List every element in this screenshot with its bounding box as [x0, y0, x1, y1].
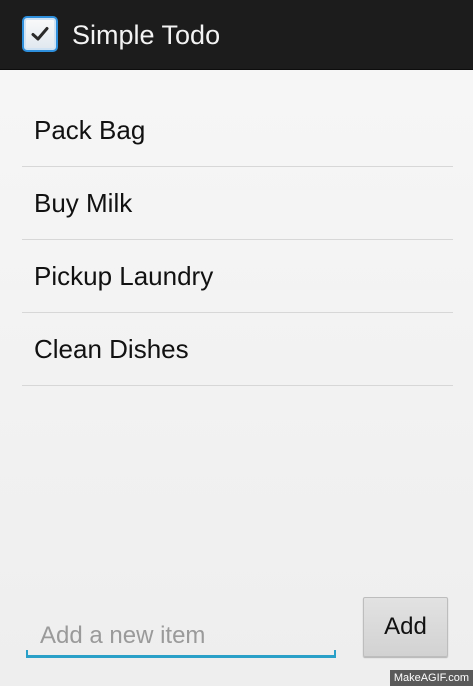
app-title: Simple Todo — [72, 20, 221, 50]
checkmark-icon — [31, 27, 49, 41]
checkbox-checked-icon[interactable] — [22, 16, 58, 52]
todo-item[interactable]: Pack Bag — [22, 94, 453, 167]
todo-list: Pack Bag Buy Milk Pickup Laundry Clean D… — [22, 94, 453, 386]
todo-item[interactable]: Pickup Laundry — [22, 240, 453, 313]
watermark: MakeAGIF.com — [389, 670, 473, 686]
new-item-input[interactable] — [26, 613, 336, 657]
underline-tick-right — [334, 650, 336, 658]
todo-item[interactable]: Clean Dishes — [22, 313, 453, 386]
add-button[interactable]: Add — [363, 597, 448, 657]
app-screen: Simple Todo Pack Bag Buy Milk Pickup Lau… — [0, 0, 473, 686]
input-underline — [26, 650, 336, 658]
underline-tick-left — [26, 650, 28, 658]
todo-item[interactable]: Buy Milk — [22, 167, 453, 240]
action-bar: Simple Todo — [0, 0, 473, 70]
